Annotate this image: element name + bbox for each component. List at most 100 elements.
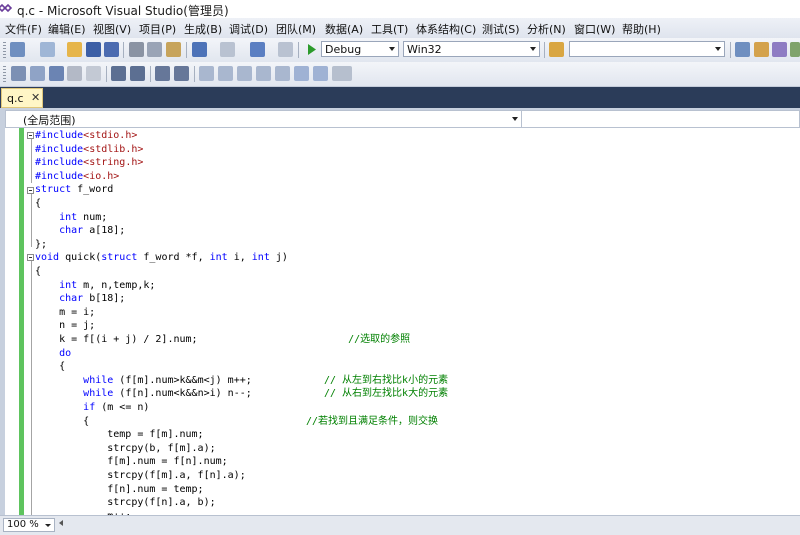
bookmark-icon[interactable] — [199, 66, 214, 81]
add-item-icon[interactable] — [40, 42, 55, 57]
menu-help[interactable]: 帮助(H) — [622, 21, 661, 37]
menu-window[interactable]: 窗口(W) — [574, 21, 615, 37]
comment-icon[interactable] — [155, 66, 170, 81]
object-browser-icon[interactable] — [772, 42, 787, 57]
code-editor[interactable]: #include<stdio.h> #include<stdlib.h> #incl… — [5, 128, 800, 515]
cut-icon[interactable] — [129, 42, 144, 57]
menu-view[interactable]: 视图(V) — [93, 21, 131, 37]
solution-explorer-icon[interactable] — [735, 42, 750, 57]
indicator-margin[interactable] — [5, 128, 19, 515]
navigate-forward-icon[interactable] — [278, 42, 293, 57]
tab-q-c[interactable]: q.c ✕ — [1, 88, 43, 108]
increase-indent-icon[interactable] — [130, 66, 145, 81]
open-file-icon[interactable] — [67, 42, 82, 57]
scope-dropdown[interactable]: (全局范围) — [6, 111, 522, 127]
toolbox-icon[interactable] — [790, 42, 800, 57]
menu-file[interactable]: 文件(F) — [5, 21, 42, 37]
menu-project[interactable]: 项目(P) — [139, 21, 176, 37]
code-line[interactable]: temp = f[m].num; — [35, 428, 203, 442]
code-line[interactable]: { — [35, 197, 41, 211]
menu-edit[interactable]: 编辑(E) — [48, 21, 86, 37]
keyword-token: char — [59, 225, 84, 237]
collapse-icon[interactable] — [27, 254, 34, 261]
code-line[interactable]: f[n].num = temp; — [35, 483, 203, 497]
code-line[interactable]: int num; — [35, 211, 107, 225]
decrease-indent-icon[interactable] — [111, 66, 126, 81]
next-bookmark-folder-icon[interactable] — [275, 66, 290, 81]
close-icon[interactable]: ✕ — [31, 91, 40, 104]
menu-build[interactable]: 生成(B) — [184, 21, 222, 37]
string-token: <stdio.h> — [83, 130, 138, 141]
code-line[interactable]: if (m <= n) — [35, 401, 149, 415]
prev-bookmark-folder-icon[interactable] — [256, 66, 271, 81]
save-all-icon[interactable] — [104, 42, 119, 57]
next-bookmark-icon[interactable] — [237, 66, 252, 81]
menu-test[interactable]: 测试(S) — [482, 21, 520, 37]
code-line[interactable]: { — [35, 360, 65, 374]
keyword-token: struct — [35, 184, 72, 196]
paste-icon[interactable] — [166, 42, 181, 57]
find-combo[interactable] — [569, 41, 725, 57]
menu-architecture[interactable]: 体系结构(C) — [416, 21, 476, 37]
code-line[interactable]: strcpy(f[m].a, f[n].a); — [35, 469, 245, 483]
code-line[interactable]: #include<stdio.h> — [35, 129, 137, 143]
solution-configurations-dropdown[interactable]: Debug — [321, 41, 399, 57]
code-line[interactable]: while (f[m].num>k&&m<j) m++; // 从左到右找比k小… — [35, 374, 448, 388]
code-line[interactable]: strcpy(f[n].a, b); — [35, 496, 215, 510]
more-options-icon[interactable] — [332, 66, 352, 81]
new-project-icon[interactable] — [10, 42, 25, 57]
code-line[interactable]: #include<io.h> — [35, 170, 119, 184]
collapse-icon[interactable] — [27, 187, 34, 194]
code-line[interactable]: char b[18]; — [35, 292, 125, 306]
code-line[interactable]: { //若找到且满足条件，则交换 — [35, 415, 438, 429]
clear-bookmarks-icon[interactable] — [313, 66, 328, 81]
quick-info-icon[interactable] — [67, 66, 82, 81]
menu-debug[interactable]: 调试(D) — [229, 21, 268, 37]
scroll-left-arrow-icon[interactable] — [59, 520, 63, 526]
toolbar-grip[interactable] — [3, 66, 6, 82]
redo-icon[interactable] — [220, 42, 235, 57]
code-line[interactable]: k = f[(i + j) / 2].num; //选取的参照 — [35, 333, 410, 347]
properties-icon[interactable] — [754, 42, 769, 57]
select-all-icon[interactable] — [11, 66, 26, 81]
start-debugging-icon[interactable] — [304, 42, 319, 57]
uncomment-icon[interactable] — [174, 66, 189, 81]
list-members-icon[interactable] — [30, 66, 45, 81]
find-in-files-icon[interactable] — [549, 42, 564, 57]
zoom-dropdown[interactable]: 100 % — [3, 518, 55, 532]
menu-tools[interactable]: 工具(T) — [371, 21, 408, 37]
copy-icon[interactable] — [147, 42, 162, 57]
code-line[interactable]: #include<string.h> — [35, 156, 143, 170]
code-line[interactable]: m = i; — [35, 306, 95, 320]
undo-icon[interactable] — [192, 42, 207, 57]
code-line[interactable]: }; — [35, 238, 47, 252]
code-token: a[18]; — [83, 225, 126, 237]
code-token: f[m].num = f[n].num; — [35, 456, 228, 468]
solution-platforms-dropdown[interactable]: Win32 — [403, 41, 540, 57]
configuration-value: Debug — [325, 43, 362, 56]
parameter-info-icon[interactable] — [49, 66, 64, 81]
code-line[interactable]: int m, n,temp,k; — [35, 279, 155, 293]
members-dropdown[interactable] — [522, 111, 799, 127]
save-icon[interactable] — [86, 42, 101, 57]
code-line[interactable]: n = j; — [35, 319, 95, 333]
code-line[interactable]: void quick(struct f_word *f, int i, int … — [35, 251, 288, 265]
menu-team[interactable]: 团队(M) — [276, 21, 316, 37]
code-line[interactable]: struct f_word — [35, 183, 113, 197]
code-line[interactable]: strcpy(b, f[m].a); — [35, 442, 215, 456]
collapse-icon[interactable] — [27, 132, 34, 139]
code-line[interactable]: #include<stdlib.h> — [35, 143, 143, 157]
code-line[interactable]: char a[18]; — [35, 224, 125, 238]
complete-word-icon[interactable] — [86, 66, 101, 81]
navigate-backward-icon[interactable] — [250, 42, 265, 57]
code-line[interactable]: while (f[n].num<k&&n>i) n--; // 从右到左找比k大… — [35, 387, 448, 401]
code-line[interactable]: { — [35, 265, 41, 279]
prev-bookmark-icon[interactable] — [218, 66, 233, 81]
bookmark-in-folder-icon[interactable] — [294, 66, 309, 81]
code-line[interactable]: f[m].num = f[n].num; — [35, 455, 228, 469]
menu-data[interactable]: 数据(A) — [325, 21, 363, 37]
menu-analyze[interactable]: 分析(N) — [527, 21, 566, 37]
toolbar-grip[interactable] — [3, 42, 6, 58]
keyword-token: #include — [35, 157, 84, 169]
code-line[interactable]: do — [35, 347, 71, 361]
